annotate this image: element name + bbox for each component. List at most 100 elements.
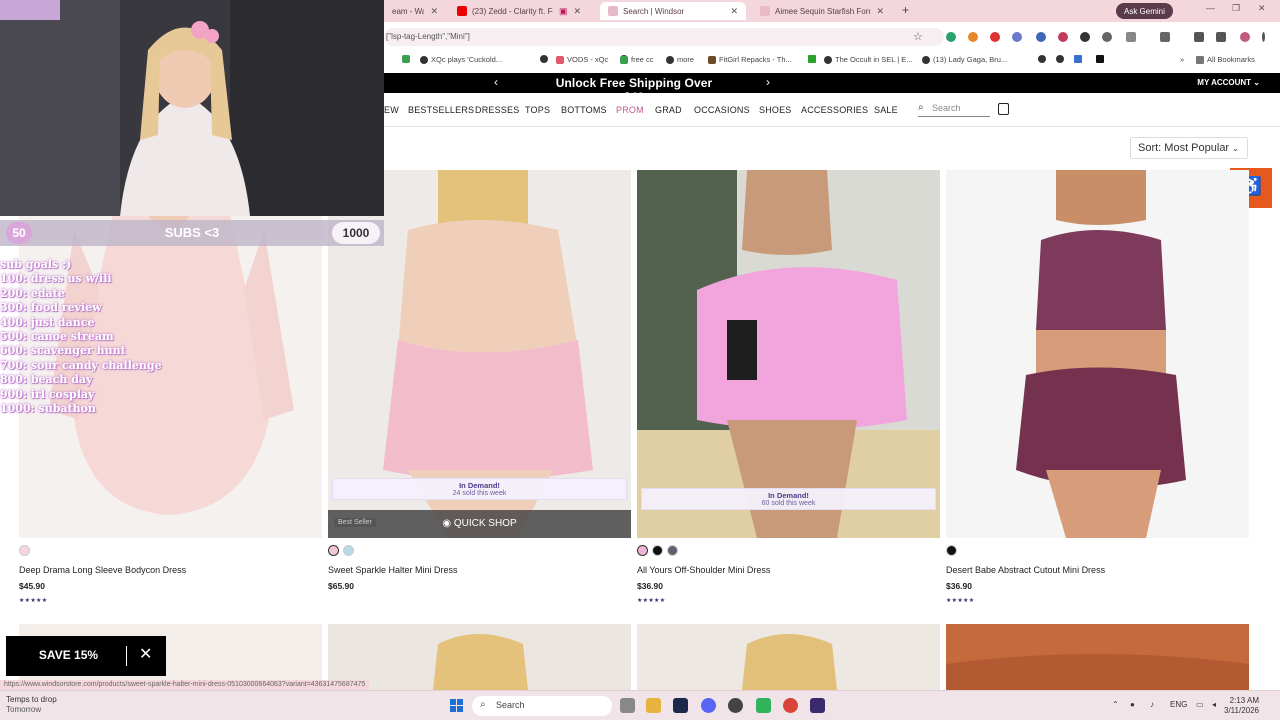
- extension-icon[interactable]: [1058, 32, 1068, 42]
- product-image[interactable]: [637, 624, 940, 690]
- system-clock[interactable]: 2:13 AM 3/11/2026: [1224, 696, 1259, 716]
- product-image[interactable]: In Demand! 60 sold this week: [637, 170, 940, 538]
- color-swatch[interactable]: [343, 545, 354, 556]
- tab-windsor[interactable]: Search | Windsor ✕: [600, 2, 746, 20]
- extension-icon[interactable]: [1080, 32, 1090, 42]
- color-swatch[interactable]: [667, 545, 678, 556]
- nav-tops[interactable]: TOPS: [525, 105, 550, 115]
- taskbar-search-input[interactable]: ⌕ Search: [472, 696, 612, 716]
- tab-aimee[interactable]: Aimee Sequin Starfish Formal D ✕: [752, 2, 892, 20]
- bookmark-item[interactable]: The Occult in SEL | E...: [824, 55, 913, 64]
- language-indicator[interactable]: ENG: [1170, 700, 1187, 709]
- sidepanel-icon[interactable]: [1160, 32, 1170, 42]
- bookmark-item[interactable]: [540, 55, 551, 63]
- bookmark-item[interactable]: more: [666, 55, 694, 64]
- bookmark-item[interactable]: [808, 55, 819, 63]
- bookmark-item[interactable]: (13) Lady Gaga, Bru...: [922, 55, 1007, 64]
- steam-icon[interactable]: [673, 698, 688, 713]
- product-name[interactable]: Sweet Sparkle Halter Mini Dress: [328, 565, 458, 575]
- bookmark-item[interactable]: free cc: [620, 55, 654, 64]
- weather-widget[interactable]: Temps to drop Tomorrow: [6, 695, 57, 715]
- extension-icon[interactable]: [946, 32, 956, 42]
- tray-app-icon[interactable]: ●: [1130, 700, 1135, 709]
- volume-icon[interactable]: ◂: [1212, 700, 1216, 709]
- bookmark-item[interactable]: [1096, 55, 1107, 63]
- extension-icon[interactable]: [1102, 32, 1112, 42]
- nav-bestsellers[interactable]: BESTSELLERS: [408, 105, 474, 115]
- tab-stream[interactable]: eam - Watc ✕: [384, 2, 446, 20]
- extension-icon[interactable]: [968, 32, 978, 42]
- app-icon[interactable]: [810, 698, 825, 713]
- product-image[interactable]: [328, 624, 631, 690]
- nav-sale[interactable]: SALE: [874, 105, 898, 115]
- bookmark-star-icon[interactable]: ☆: [913, 30, 923, 43]
- chrome-icon[interactable]: [783, 698, 798, 713]
- kebab-menu-icon[interactable]: [1262, 32, 1265, 42]
- app-icon[interactable]: [728, 698, 743, 713]
- close-tab-icon[interactable]: ✕: [876, 6, 884, 17]
- extension-icon[interactable]: [1012, 32, 1022, 42]
- color-swatch[interactable]: [946, 545, 957, 556]
- nav-dresses[interactable]: DRESSES: [475, 105, 519, 115]
- close-icon[interactable]: ✕: [139, 644, 152, 664]
- address-text: ["lsp-tag-Length","Mini"]: [386, 32, 470, 41]
- color-swatch[interactable]: [19, 545, 30, 556]
- bookmark-item[interactable]: [1038, 55, 1049, 63]
- tab-youtube[interactable]: (23) Zedd - Clarity ft. Foxes ▣ ✕: [449, 2, 589, 20]
- tab-audio-icon: ▣: [558, 5, 568, 16]
- discord-icon[interactable]: [701, 698, 716, 713]
- ask-gemini-button[interactable]: Ask Gemini: [1116, 3, 1173, 19]
- product-name[interactable]: All Yours Off-Shoulder Mini Dress: [637, 565, 770, 575]
- download-icon[interactable]: [1194, 32, 1204, 42]
- profile-avatar[interactable]: [1240, 32, 1250, 42]
- file-explorer-icon[interactable]: [646, 698, 661, 713]
- product-image[interactable]: [946, 170, 1249, 538]
- color-swatch[interactable]: [652, 545, 663, 556]
- site-search-input[interactable]: ⌕ Search: [918, 102, 990, 117]
- tray-overflow-icon[interactable]: ⌃: [1112, 700, 1119, 709]
- extension-icon[interactable]: [990, 32, 1000, 42]
- bookmark-item[interactable]: FitGirl Repacks - Th...: [708, 55, 792, 64]
- nav-occasions[interactable]: OCCASIONS: [694, 105, 750, 115]
- address-bar[interactable]: ["lsp-tag-Length","Mini"]: [384, 28, 944, 46]
- color-swatch[interactable]: [637, 545, 648, 556]
- save-discount-banner[interactable]: SAVE 15% ✕: [6, 636, 166, 676]
- nav-new[interactable]: EW: [384, 105, 399, 115]
- nav-prom[interactable]: PROM: [616, 105, 644, 115]
- bookmark-item[interactable]: [1056, 55, 1067, 63]
- product-name[interactable]: Deep Drama Long Sleeve Bodycon Dress: [19, 565, 186, 575]
- product-name[interactable]: Desert Babe Abstract Cutout Mini Dress: [946, 565, 1105, 575]
- extensions-puzzle-icon[interactable]: [1126, 32, 1136, 42]
- promo-next-icon[interactable]: ›: [766, 75, 770, 89]
- all-bookmarks-button[interactable]: All Bookmarks: [1196, 55, 1255, 64]
- nav-bottoms[interactable]: BOTTOMS: [561, 105, 607, 115]
- close-tab-icon[interactable]: ✕: [730, 6, 738, 17]
- bookmark-item[interactable]: [402, 55, 413, 63]
- new-tab-button[interactable]: +: [902, 3, 909, 17]
- close-tab-icon[interactable]: ✕: [573, 6, 581, 17]
- task-view-icon[interactable]: [620, 698, 635, 713]
- shopping-bag-icon[interactable]: [998, 103, 1009, 115]
- nav-grad[interactable]: GRAD: [655, 105, 682, 115]
- menu-icon[interactable]: [1216, 32, 1226, 42]
- sort-dropdown[interactable]: Sort: Most Popular ⌄: [1130, 137, 1248, 159]
- bookmark-item[interactable]: VODS - xQc: [556, 55, 608, 64]
- bookmarks-overflow-icon[interactable]: »: [1180, 55, 1184, 64]
- microphone-icon[interactable]: ♪: [1150, 700, 1154, 709]
- nav-shoes[interactable]: SHOES: [759, 105, 792, 115]
- my-account-link[interactable]: MY ACCOUNT ⌄: [1197, 78, 1260, 87]
- nav-accessories[interactable]: ACCESSORIES: [801, 105, 868, 115]
- close-tab-icon[interactable]: ✕: [430, 6, 438, 17]
- spotify-icon[interactable]: [756, 698, 771, 713]
- minimize-icon[interactable]: —: [1206, 3, 1215, 13]
- promo-prev-icon[interactable]: ‹: [494, 75, 498, 89]
- bookmark-item[interactable]: XQc plays 'Cuckold...: [420, 55, 502, 64]
- network-icon[interactable]: ▭: [1196, 700, 1204, 709]
- close-window-icon[interactable]: ✕: [1258, 3, 1266, 14]
- color-swatch[interactable]: [328, 545, 339, 556]
- bookmark-item[interactable]: [1074, 55, 1085, 63]
- product-image[interactable]: [946, 624, 1249, 690]
- windows-start-icon[interactable]: [450, 699, 464, 713]
- extension-icon[interactable]: [1036, 32, 1046, 42]
- maximize-icon[interactable]: ❐: [1232, 3, 1240, 14]
